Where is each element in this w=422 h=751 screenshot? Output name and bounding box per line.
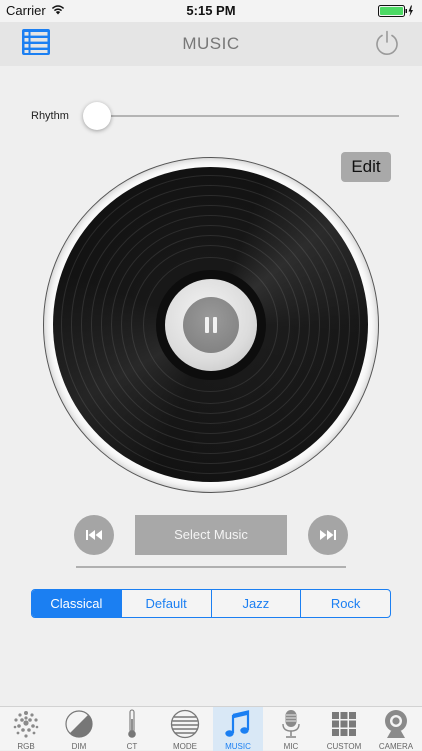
tab-dim[interactable]: DIM	[54, 707, 104, 751]
tab-rgb[interactable]: RGB	[1, 707, 51, 751]
clock: 5:15 PM	[186, 3, 236, 18]
grid-icon	[332, 712, 356, 736]
camera-icon	[385, 710, 407, 738]
tab-music[interactable]: MUSIC	[213, 707, 263, 751]
thermometer-icon	[128, 709, 136, 738]
mode-icon	[170, 709, 200, 739]
tab-bar: RGB DIM CT MODE MUSIC MIC CUSTOM CAMERA	[0, 706, 422, 751]
rhythm-label: Rhythm	[31, 110, 69, 122]
rhythm-slider-track[interactable]	[97, 115, 399, 117]
vinyl-disc	[53, 167, 368, 482]
next-button[interactable]	[308, 515, 348, 555]
genre-rock[interactable]: Rock	[300, 590, 390, 617]
vinyl-record	[43, 157, 379, 493]
music-note-icon	[225, 710, 250, 737]
status-bar: Carrier 5:15 PM	[0, 0, 422, 22]
tab-mic[interactable]: MIC	[266, 707, 316, 751]
battery-icon	[378, 5, 413, 17]
pause-button[interactable]	[183, 297, 239, 353]
select-music-button[interactable]: Select Music	[135, 515, 287, 555]
nav-bar: MUSIC	[0, 22, 422, 66]
tab-camera[interactable]: CAMERA	[371, 707, 421, 751]
rewind-icon	[86, 530, 102, 540]
rhythm-slider-thumb[interactable]	[83, 102, 111, 130]
microphone-icon	[282, 710, 300, 738]
tab-mode[interactable]: MODE	[160, 707, 210, 751]
genre-segmented-control: Classical Default Jazz Rock	[31, 589, 391, 618]
genre-jazz[interactable]: Jazz	[210, 590, 301, 617]
rgb-dots-icon	[13, 711, 39, 738]
tab-custom[interactable]: CUSTOM	[319, 707, 369, 751]
pause-icon	[205, 317, 209, 333]
genre-default[interactable]: Default	[120, 590, 211, 617]
dim-icon	[65, 710, 93, 738]
tab-ct[interactable]: CT	[107, 707, 157, 751]
genre-classical[interactable]: Classical	[32, 590, 121, 617]
power-icon[interactable]	[374, 30, 400, 56]
edit-button[interactable]: Edit	[341, 152, 391, 182]
fast-forward-icon	[320, 530, 336, 540]
page-title: MUSIC	[182, 34, 240, 53]
previous-button[interactable]	[74, 515, 114, 555]
track-progress-line	[76, 566, 346, 568]
